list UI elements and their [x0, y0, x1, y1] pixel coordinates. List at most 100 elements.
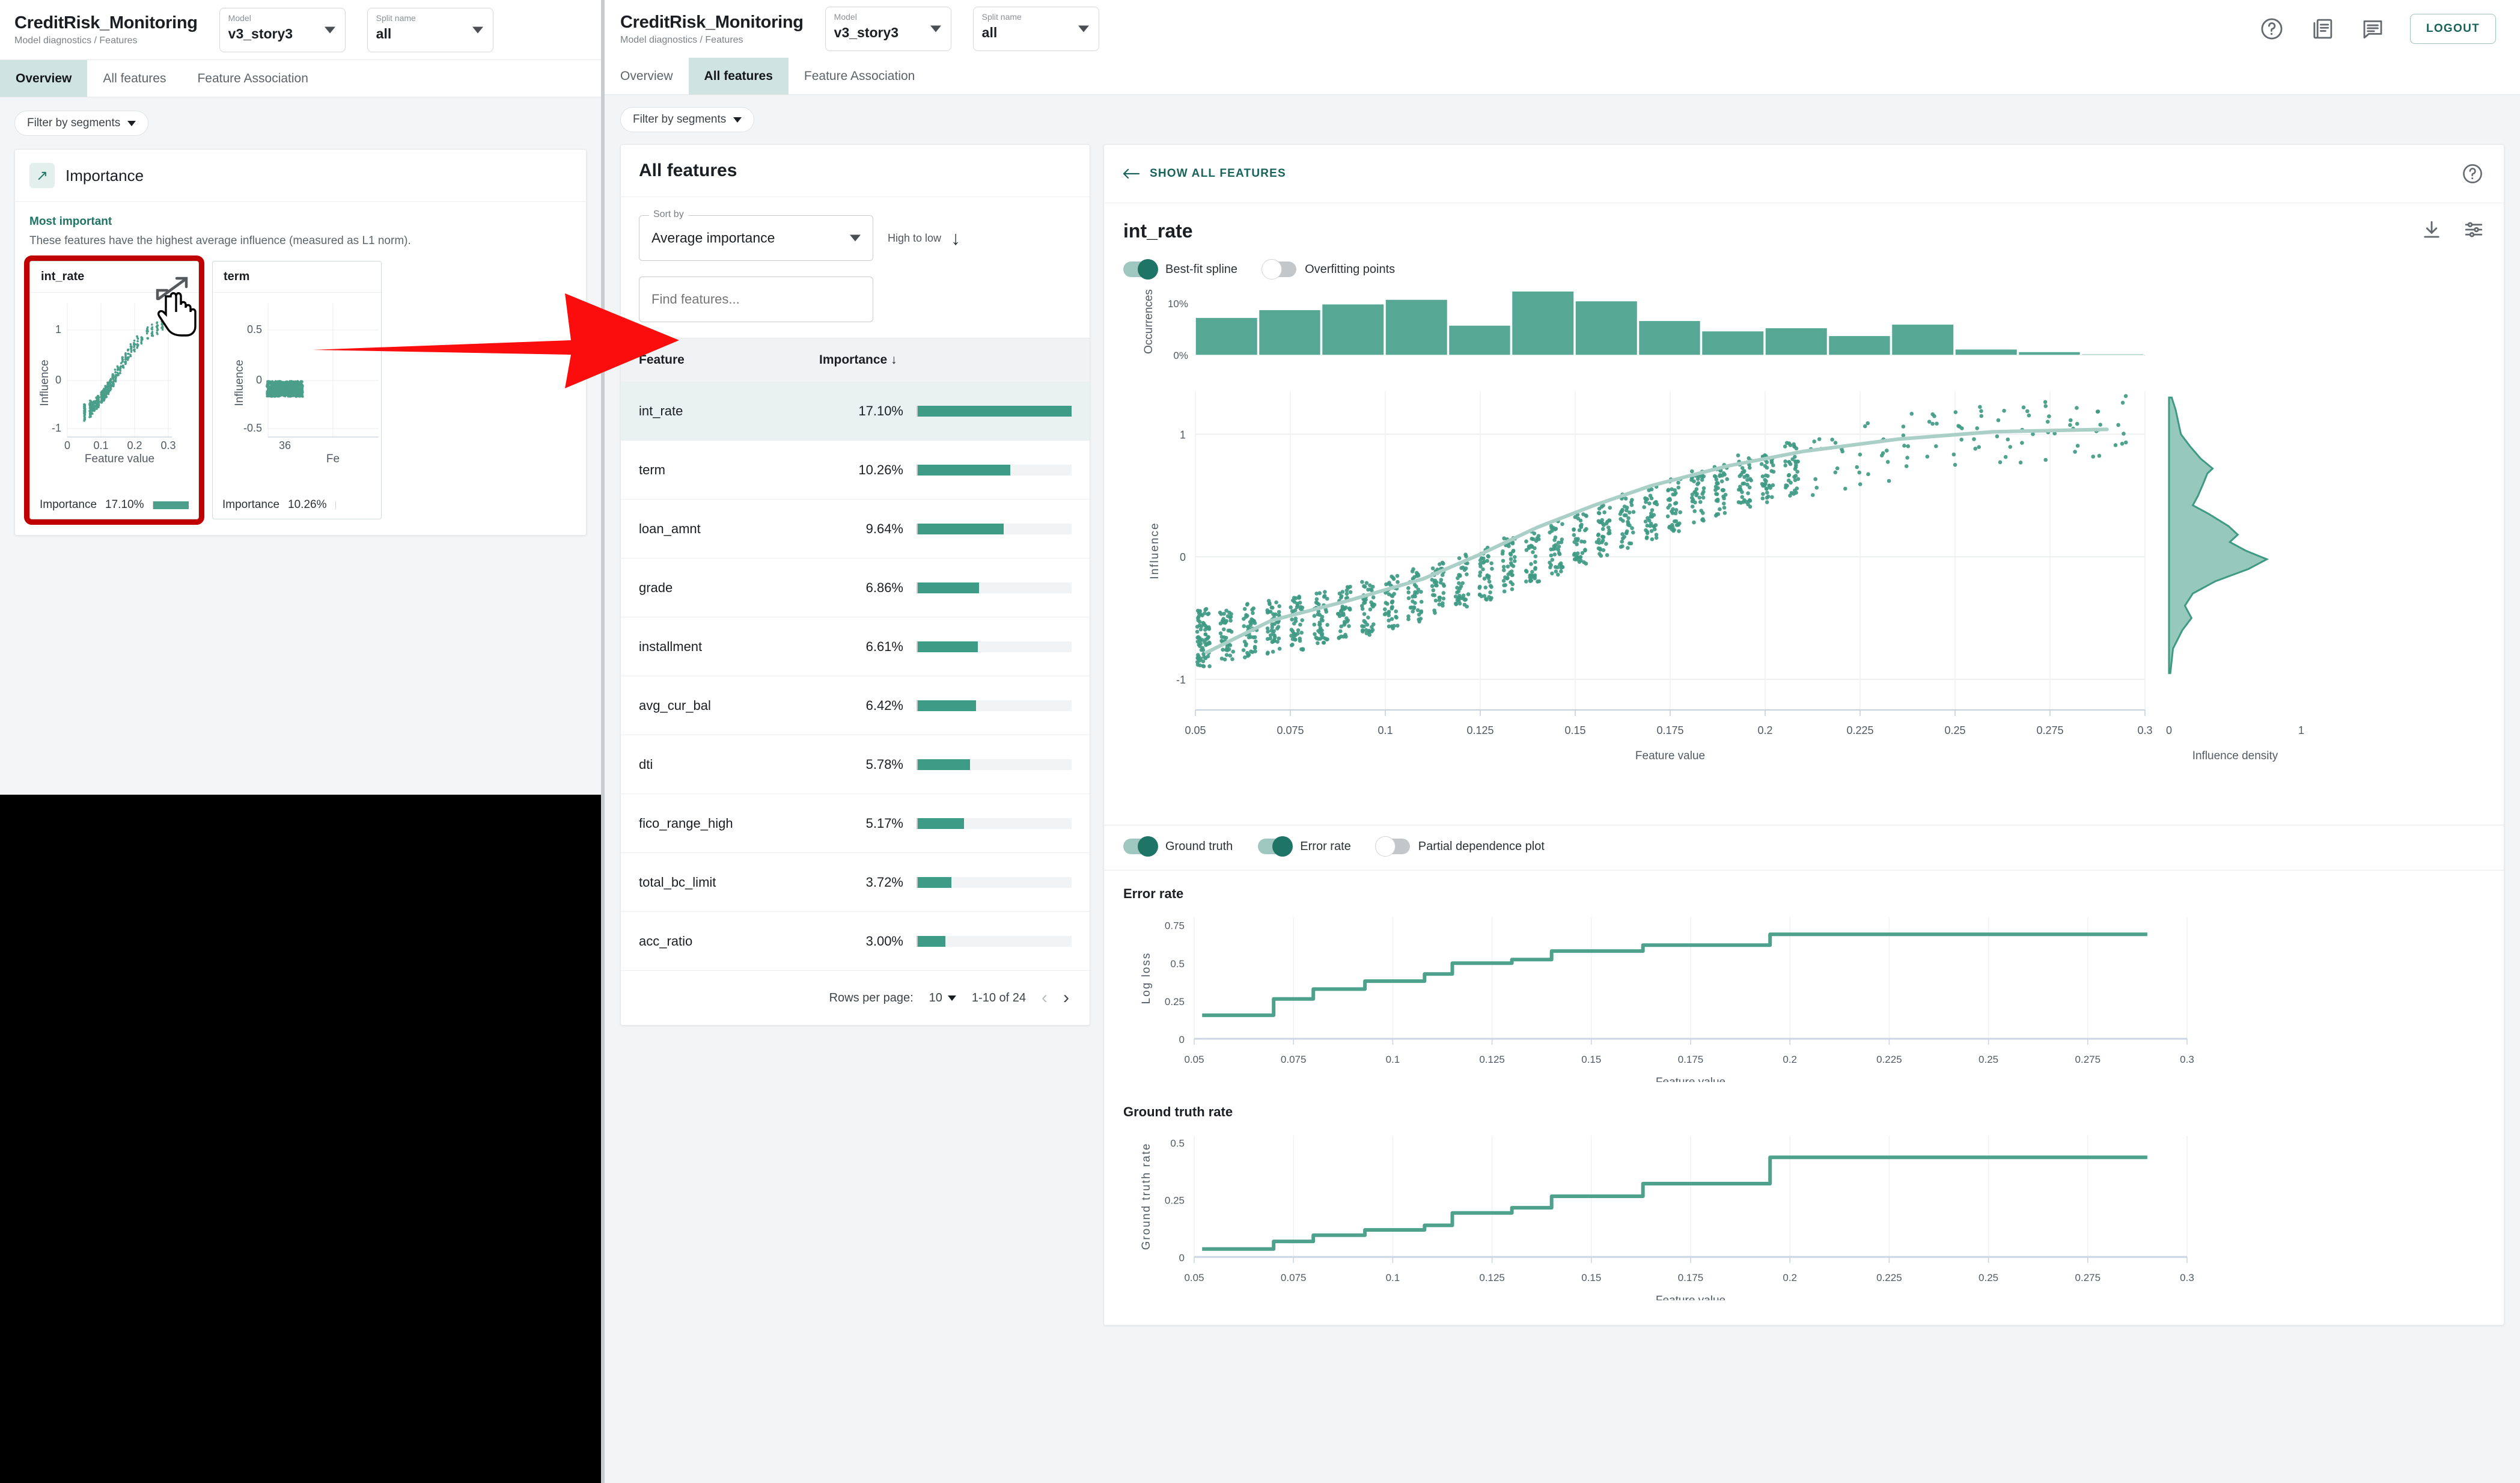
table-row[interactable]: loan_amnt 9.64% — [621, 500, 1090, 558]
importance-bar — [917, 641, 1072, 652]
table-row[interactable]: fico_range_high 5.17% — [621, 794, 1090, 853]
mini-scatter-svg: 0.5 0 -0.5 Influence 36 Fe — [233, 304, 379, 465]
svg-text:0.3: 0.3 — [2180, 1272, 2194, 1283]
toggle-error-rate[interactable]: Error rate — [1258, 836, 1351, 857]
ground-truth-chart-block: Ground truth rate 0 0.25 0.5 Ground truth r… — [1104, 1089, 2504, 1325]
help-icon[interactable] — [2459, 161, 2486, 187]
main-toolbar: Filter by segments — [605, 95, 2520, 144]
toggle-label: Ground truth — [1165, 839, 1233, 853]
app-header: CreditRisk_Monitoring Model diagnostics … — [605, 0, 2520, 58]
filter-by-segments-label: Filter by segments — [27, 117, 121, 129]
table-row[interactable]: installment 6.61% — [621, 617, 1090, 676]
feature-name-cell: fico_range_high — [639, 815, 733, 831]
background-window: CreditRisk_Monitoring Model diagnostics … — [0, 0, 601, 795]
most-important-description: These features have the highest average … — [29, 234, 411, 247]
importance-bar — [917, 759, 1072, 770]
toggle-switch — [1258, 836, 1293, 857]
page-range-label: 1-10 of 24 — [971, 991, 1026, 1004]
table-row[interactable]: acc_ratio 3.00% — [621, 912, 1090, 971]
split-selector[interactable]: Split name all — [972, 7, 1099, 51]
rows-per-page-select[interactable]: 10 — [929, 991, 956, 1005]
split-selector-value: all — [376, 25, 392, 41]
importance-value-cell: 9.64% — [865, 521, 903, 536]
table-row[interactable]: avg_cur_bal 6.42% — [621, 676, 1090, 735]
spline-toggle-row: Best-fit spline Overfitting points — [1123, 259, 2485, 280]
importance-card-header: ↗ Importance — [15, 150, 586, 202]
sort-direction-toggle[interactable]: High to low ↓ — [888, 228, 960, 248]
download-icon[interactable] — [2421, 219, 2442, 243]
svg-text:0.075: 0.075 — [1277, 724, 1304, 736]
svg-text:-0.5: -0.5 — [243, 422, 262, 434]
model-selector[interactable]: Model v3_story3 — [825, 7, 951, 51]
help-icon[interactable] — [2259, 16, 2285, 42]
svg-text:0.25: 0.25 — [1944, 724, 1965, 736]
sort-direction-label: High to low — [888, 231, 942, 244]
show-all-features-button[interactable]: SHOW ALL FEATURES — [1122, 167, 1286, 180]
tab-feature-association[interactable]: Feature Association — [182, 60, 323, 97]
importance-bar-fill — [918, 700, 977, 711]
chevron-down-icon — [127, 120, 136, 126]
tab-feature-association[interactable]: Feature Association — [789, 58, 930, 94]
importance-value-cell: 5.78% — [865, 756, 903, 772]
svg-text:0.75: 0.75 — [1165, 920, 1185, 932]
split-selector[interactable]: Split name all — [367, 7, 493, 52]
column-header-importance[interactable]: Importance ↓ — [819, 353, 897, 367]
toggle-ground-truth[interactable]: Ground truth — [1123, 836, 1233, 857]
sort-by-select[interactable]: Sort by Average importance — [639, 209, 873, 261]
svg-text:0.075: 0.075 — [1281, 1054, 1307, 1065]
svg-text:Influence: Influence — [38, 359, 51, 406]
previous-page-button[interactable]: ‹ — [1042, 989, 1048, 1007]
table-row[interactable]: grade 6.86% — [621, 558, 1090, 617]
svg-text:Feature value: Feature value — [1656, 1076, 1725, 1082]
importance-bar-fill — [918, 818, 964, 829]
mini-card-term[interactable]: term 0.5 0 -0.5 Influence 36 Fe Importan… — [212, 261, 382, 519]
svg-text:0.5: 0.5 — [1170, 1137, 1185, 1149]
docs-icon[interactable] — [2309, 16, 2335, 42]
page-title: CreditRisk_Monitoring — [620, 12, 804, 32]
arrow-down-icon: ↓ — [891, 353, 897, 367]
toggle-switch — [1262, 259, 1297, 280]
tab-all-features[interactable]: All features — [688, 58, 789, 94]
svg-text:0.175: 0.175 — [1678, 1054, 1704, 1065]
svg-text:0.25: 0.25 — [1978, 1272, 1998, 1283]
svg-text:Feature value: Feature value — [1656, 1294, 1725, 1300]
importance-card-body: Most important These features have the h… — [15, 202, 586, 535]
tab-overview[interactable]: Overview — [0, 60, 88, 97]
title-block: CreditRisk_Monitoring Model diagnostics … — [620, 13, 804, 46]
model-selector[interactable]: Model v3_story3 — [219, 7, 346, 52]
table-row[interactable]: int_rate 17.10% — [621, 382, 1090, 441]
svg-text:Fe: Fe — [326, 453, 340, 465]
svg-text:0.25: 0.25 — [1165, 1195, 1185, 1206]
tab-all-features[interactable]: All features — [87, 60, 182, 97]
chart-settings-icon[interactable] — [2463, 219, 2485, 243]
logout-button[interactable]: LOGOUT — [2409, 14, 2496, 44]
tab-overview[interactable]: Overview — [605, 58, 689, 94]
main-tabs: Overview All features Feature Associatio… — [605, 58, 2520, 95]
search-input[interactable] — [639, 277, 873, 322]
svg-text:0.05: 0.05 — [1184, 1272, 1204, 1283]
filter-by-segments-label: Filter by segments — [633, 113, 727, 126]
toggle-partial-dependence-plot[interactable]: Partial dependence plot — [1374, 836, 1545, 857]
toggle-label: Partial dependence plot — [1418, 839, 1545, 853]
importance-value-cell: 6.42% — [865, 697, 903, 713]
svg-text:36: 36 — [279, 439, 291, 451]
table-row[interactable]: total_bc_limit 3.72% — [621, 853, 1090, 912]
feedback-icon[interactable] — [2360, 16, 2386, 42]
table-row[interactable]: term 10.26% — [621, 441, 1090, 500]
mini-card-importance-row: Importance 10.26% — [213, 491, 381, 519]
toggle-best-fit-spline[interactable]: Best-fit spline — [1123, 259, 1237, 280]
mini-card-int-rate[interactable]: int_rate 1 0 -1 Influence 0 0.1 0.2 0.3 … — [24, 255, 204, 525]
rows-per-page-value: 10 — [929, 991, 942, 1004]
column-header-feature[interactable]: Feature — [639, 353, 819, 367]
toggle-switch — [1374, 836, 1410, 857]
svg-text:0.175: 0.175 — [1656, 724, 1683, 736]
table-row[interactable]: dti 5.78% — [621, 735, 1090, 794]
toggle-overfitting-points[interactable]: Overfitting points — [1262, 259, 1395, 280]
error-rate-chart-svg: 0 0.25 0.5 0.75 Log loss 0.05 0.075 0.1 0.125 0.1… — [1140, 917, 2194, 1089]
rows-per-page-label: Rows per page: — [829, 991, 914, 1004]
most-important-heading: Most important — [29, 215, 112, 228]
filter-by-segments-button[interactable]: Filter by segments — [620, 107, 755, 132]
next-page-button[interactable]: › — [1063, 989, 1069, 1007]
filter-by-segments-button[interactable]: Filter by segments — [14, 111, 149, 136]
importance-bar-fill — [918, 405, 1072, 417]
